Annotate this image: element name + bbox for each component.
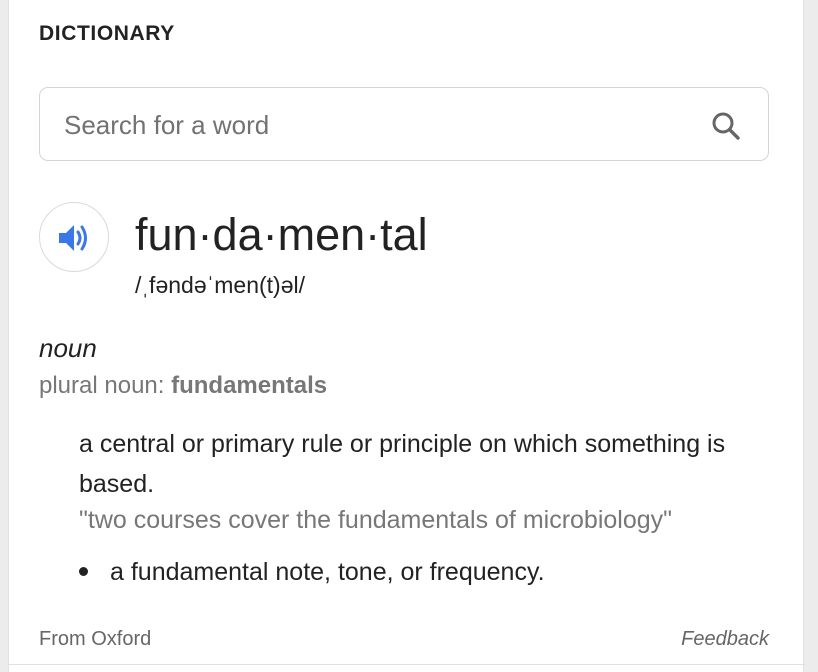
dictionary-card: DICTIONARY fun·da·men·tal /ˌfəndəˈmen(t)… [8, 0, 805, 672]
subsense-item: a fundamental note, tone, or frequency. [79, 558, 545, 587]
plural-form: fundamentals [171, 372, 328, 399]
search-input[interactable] [64, 107, 664, 143]
subsense-text: a fundamental note, tone, or frequency. [110, 558, 545, 586]
search-box[interactable] [39, 87, 769, 161]
part-of-speech: noun [39, 333, 97, 363]
headword: fun·da·men·tal [135, 209, 428, 260]
section-title: DICTIONARY [39, 22, 175, 45]
divider [9, 664, 805, 665]
plural-label: plural noun: [39, 372, 165, 399]
definition-text: a central or primary rule or principle o… [79, 430, 726, 498]
search-icon[interactable] [710, 110, 742, 142]
phonetic-spelling: /ˌfəndəˈmen(t)əl/ [135, 272, 306, 298]
feedback-link[interactable]: Feedback [681, 628, 769, 651]
example-sentence: "two courses cover the fundamentals of m… [79, 506, 673, 534]
pronunciation-audio-button[interactable] [39, 202, 109, 272]
plural-form-line: plural noun: fundamentals [39, 372, 327, 400]
bullet-icon [79, 566, 88, 576]
source-attribution: From Oxford [39, 628, 152, 650]
